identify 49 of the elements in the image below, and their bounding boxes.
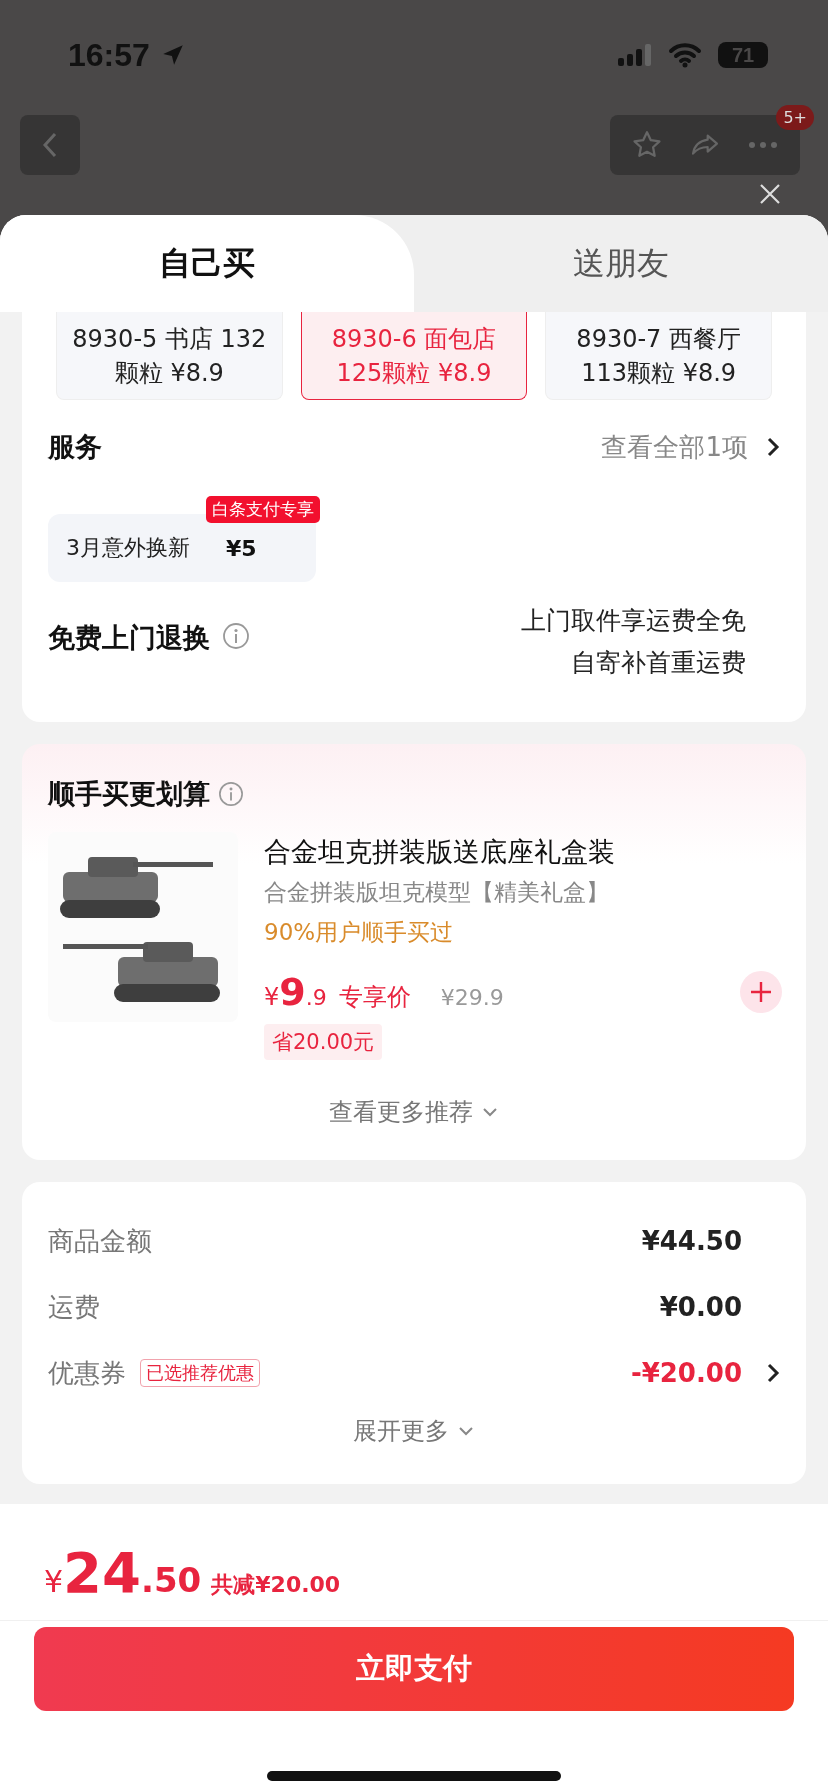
expand-link[interactable]: 展开更多 (353, 1415, 449, 1448)
price-label: 专享价 (338, 982, 411, 1014)
section-title: 免费上门退换 (48, 621, 210, 656)
close-icon (758, 182, 782, 206)
purchase-stat: 90%用户顺手买过 (264, 918, 455, 948)
total-decimal: .50 (141, 1560, 202, 1601)
variant-option[interactable]: 8930-7 西餐厅 113颗粒 ¥8.9 (545, 312, 772, 401)
coupon-tag: 已选推荐优惠 (140, 1359, 260, 1388)
status-time: 16:57 (68, 36, 150, 74)
total-integer: 24 (63, 1540, 142, 1606)
wifi-icon (668, 42, 702, 68)
info-icon[interactable] (222, 622, 250, 651)
variant-option[interactable]: 8930-6 面包店 125颗粒 ¥8.9 (300, 312, 528, 401)
return-policy-text: 上门取件享运费全免 (521, 605, 746, 638)
variant-option[interactable]: 8930-5 书店 132 颗粒 ¥8.9 (56, 312, 283, 401)
summary-label: 运费 (48, 1290, 100, 1324)
product-title[interactable]: 合金坦克拼装版送底座礼盒装 (264, 832, 780, 873)
back-button[interactable] (20, 115, 80, 175)
section-title: 顺手买更划算 (48, 777, 210, 812)
summary-value: -¥20.00 (630, 1358, 742, 1389)
chevron-right-icon (766, 436, 780, 459)
summary-value: ¥44.50 (641, 1226, 742, 1257)
return-policy-text: 自寄补首重运费 (571, 647, 746, 680)
plus-icon (749, 980, 773, 1005)
saving-tag: 省20.00元 (264, 1024, 383, 1061)
add-button[interactable] (740, 971, 782, 1014)
pay-button[interactable]: 立即支付 (34, 1627, 794, 1712)
more-recommendations-link[interactable]: 查看更多推荐 (329, 1096, 473, 1129)
summary-label: 商品金额 (48, 1224, 152, 1258)
currency-symbol: ¥ (264, 983, 280, 1012)
battery-icon: 71 (718, 42, 768, 68)
price-decimal: .9 (305, 985, 327, 1011)
original-price: ¥29.9 (440, 985, 504, 1011)
discount-text: 共减¥20.00 (211, 1571, 341, 1600)
chevron-right-icon[interactable] (766, 1362, 780, 1385)
chevron-down-icon (457, 1425, 475, 1438)
summary-value: ¥0.00 (659, 1292, 742, 1323)
more-icon (747, 140, 779, 150)
chevron-down-icon (481, 1106, 499, 1119)
product-subtitle: 合金拼装版坦克模型【精美礼盒】 (264, 878, 610, 908)
currency-symbol: ¥ (44, 1564, 64, 1600)
promo-tag: 白条支付专享 (206, 496, 320, 524)
info-icon[interactable] (218, 781, 244, 808)
view-all-link[interactable]: 查看全部1项 (601, 429, 748, 465)
section-title: 服务 (48, 430, 102, 465)
notification-badge: 5+ (776, 105, 814, 130)
price-integer: 9 (279, 970, 306, 1015)
summary-label: 优惠券 (48, 1356, 126, 1390)
tab[interactable]: 自己买 (0, 215, 414, 313)
